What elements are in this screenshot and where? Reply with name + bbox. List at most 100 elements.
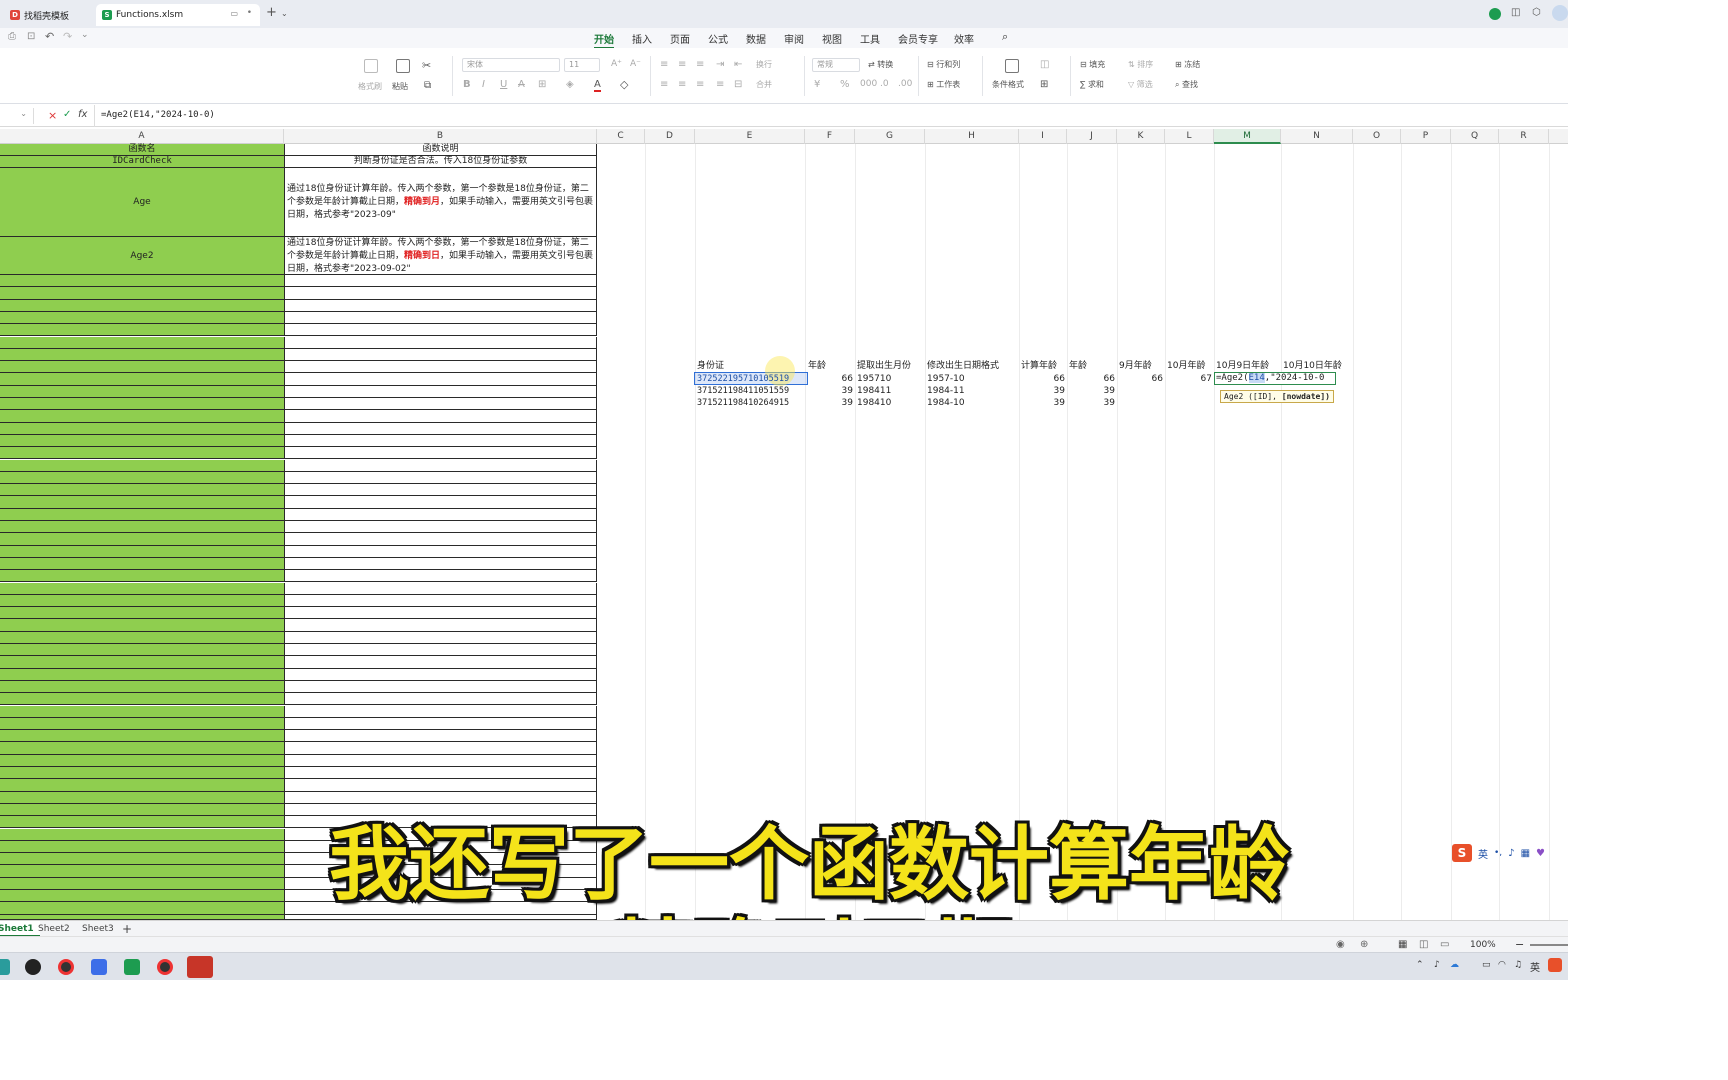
volume-icon[interactable]: ♫	[1514, 960, 1522, 970]
border-icon[interactable]: ⊞	[538, 79, 546, 90]
empty-cell[interactable]	[284, 594, 597, 608]
empty-cell[interactable]	[0, 348, 284, 362]
column-header-b[interactable]: B	[284, 129, 597, 144]
recorder-icon[interactable]	[157, 959, 173, 975]
formula-input[interactable]: =Age2(E14,"2024-10-0)	[101, 110, 215, 120]
sep-age-cell[interactable]: 66	[1117, 373, 1163, 385]
chevron-down-icon[interactable]: ⌄	[20, 109, 27, 118]
birth-cell[interactable]: 198411	[857, 385, 891, 397]
menu-insert[interactable]: 插入	[632, 31, 652, 46]
age2-cell[interactable]: 39	[1067, 385, 1115, 397]
column-header-i[interactable]: I	[1019, 129, 1067, 144]
empty-cell[interactable]	[284, 668, 597, 681]
spreadsheet-app-icon[interactable]	[124, 959, 140, 975]
column-header-l[interactable]: L	[1165, 129, 1214, 144]
name-box[interactable]: ⌄	[0, 108, 34, 124]
redo-icon[interactable]: ↷	[63, 30, 72, 43]
empty-cell[interactable]	[0, 287, 284, 300]
column-header-e[interactable]: E	[695, 129, 805, 144]
menu-data[interactable]: 数据	[746, 31, 766, 46]
strikethrough-icon[interactable]: A	[518, 79, 525, 90]
empty-cell[interactable]	[0, 275, 284, 288]
empty-cell[interactable]	[284, 508, 597, 521]
menu-page[interactable]: 页面	[670, 31, 690, 46]
underline-icon[interactable]: U	[500, 79, 507, 90]
column-header-a[interactable]: A	[0, 129, 284, 144]
empty-cell[interactable]	[284, 361, 597, 374]
justify-icon[interactable]: ≡	[716, 79, 724, 90]
empty-cell[interactable]	[0, 484, 284, 497]
editing-cell[interactable]: =Age2(E14,"2024-10-0	[1214, 372, 1336, 385]
empty-cell[interactable]	[284, 656, 597, 669]
header-age-2[interactable]: 年龄	[1069, 360, 1087, 372]
empty-cell[interactable]	[284, 631, 597, 644]
empty-cell[interactable]	[284, 410, 597, 423]
wrap-text-button[interactable]: 换行	[756, 59, 772, 70]
id-cell[interactable]: 371521198411051559	[697, 385, 789, 397]
empty-cell[interactable]	[0, 619, 284, 632]
function-desc-cell[interactable]: 判断身份证是否合法。传入18位身份证参数	[284, 156, 597, 168]
empty-cell[interactable]	[0, 398, 284, 411]
empty-cell[interactable]	[0, 570, 284, 583]
empty-cell[interactable]	[0, 705, 284, 718]
grow-font-icon[interactable]: A⁺	[611, 59, 622, 69]
empty-cell[interactable]	[284, 742, 597, 755]
menu-view[interactable]: 视图	[822, 31, 842, 46]
number-format-select[interactable]: 常规	[812, 58, 860, 72]
empty-cell[interactable]	[0, 373, 284, 386]
tab-functions-xlsm[interactable]: S Functions.xlsm ▭ •	[96, 4, 260, 26]
empty-cell[interactable]	[284, 459, 597, 472]
empty-cell[interactable]	[284, 582, 597, 595]
grid-view-icon[interactable]: ⊕	[1360, 939, 1368, 950]
header-id[interactable]: 身份证	[697, 360, 724, 372]
preview-icon[interactable]: ⊡	[27, 31, 35, 42]
empty-cell[interactable]	[0, 668, 284, 681]
eraser-icon[interactable]: ◇	[620, 78, 628, 91]
fill-button[interactable]: ⊟ 填充	[1080, 59, 1105, 70]
cut-icon[interactable]: ✂	[422, 59, 431, 72]
zoom-slider[interactable]	[1530, 944, 1568, 946]
empty-cell[interactable]	[0, 693, 284, 706]
age-cell[interactable]: 39	[805, 385, 853, 397]
birth-cell[interactable]: 198410	[857, 397, 891, 409]
id-cell[interactable]: 372522195710105519	[697, 373, 789, 385]
empty-cell[interactable]	[284, 644, 597, 657]
age-cell[interactable]: 39	[805, 397, 853, 409]
header-oct9-age[interactable]: 10月9日年龄	[1216, 360, 1269, 372]
merge-button[interactable]: 合并	[756, 79, 772, 90]
font-name-select[interactable]: 宋体	[462, 58, 560, 72]
cloud-icon[interactable]: ☁	[1450, 960, 1459, 970]
empty-cell[interactable]	[284, 557, 597, 571]
search-icon[interactable]: ⌕	[1002, 30, 1008, 44]
empty-cell[interactable]	[0, 582, 284, 595]
calc-age-cell[interactable]: 39	[1019, 397, 1065, 409]
empty-cell[interactable]	[0, 410, 284, 423]
italic-icon[interactable]: I	[482, 79, 485, 90]
calc-age-cell[interactable]: 39	[1019, 385, 1065, 397]
undo-icon[interactable]: ↶	[45, 30, 54, 43]
bold-icon[interactable]: B	[463, 79, 471, 90]
empty-cell[interactable]	[0, 754, 284, 767]
align-center-icon[interactable]: ≡	[678, 79, 686, 90]
align-middle-icon[interactable]: ≡	[678, 59, 686, 70]
empty-cell[interactable]	[0, 521, 284, 534]
qq-icon[interactable]	[25, 959, 41, 975]
age2-cell[interactable]: 39	[1067, 397, 1115, 409]
cube-icon[interactable]: ⬡	[1532, 7, 1541, 18]
empty-cell[interactable]	[0, 730, 284, 743]
empty-cell[interactable]	[0, 742, 284, 755]
empty-cell[interactable]	[284, 385, 597, 398]
empty-cell[interactable]	[284, 705, 597, 718]
empty-cell[interactable]	[284, 275, 597, 288]
column-header-d[interactable]: D	[645, 129, 695, 144]
empty-cell[interactable]	[0, 299, 284, 312]
oct-age-cell[interactable]: 67	[1165, 373, 1212, 385]
align-left-icon[interactable]: ≡	[660, 79, 668, 90]
empty-cell[interactable]	[284, 533, 597, 546]
new-tab-button[interactable]: +	[266, 5, 277, 20]
fill-color-icon[interactable]: ◈	[566, 79, 574, 90]
align-right-icon[interactable]: ≡	[696, 79, 704, 90]
empty-cell[interactable]	[0, 656, 284, 669]
distribute-icon[interactable]: ⊟	[734, 79, 742, 90]
empty-cell[interactable]	[284, 336, 597, 349]
